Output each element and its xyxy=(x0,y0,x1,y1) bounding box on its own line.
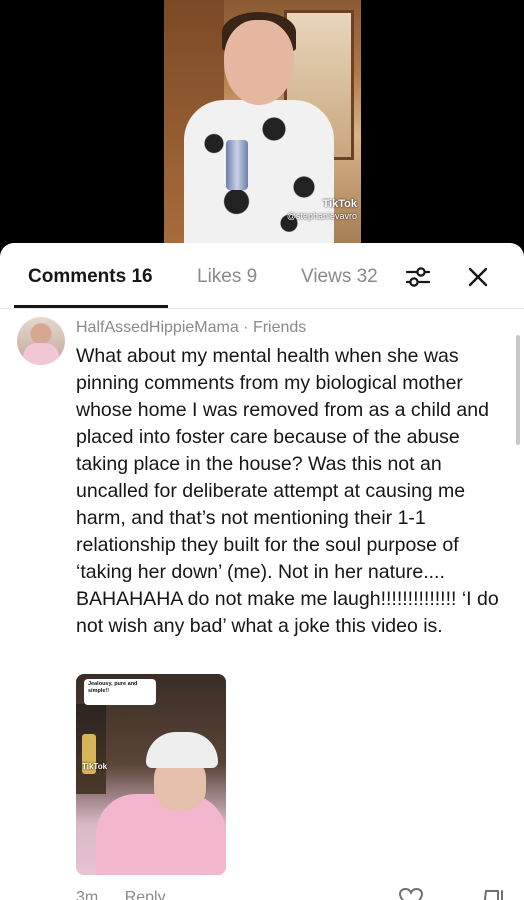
scrollbar[interactable] xyxy=(516,335,520,445)
video-watermark: TikTok @stephanievavro xyxy=(287,198,357,222)
avatar-shirt xyxy=(23,343,59,365)
video-drink-can xyxy=(226,140,248,190)
comment-video-thumbnail[interactable]: Jealousy, pure and simple!! TikTok xyxy=(76,674,226,875)
filter-button[interactable] xyxy=(402,261,434,293)
close-icon xyxy=(468,267,488,287)
thumbs-down-icon xyxy=(484,890,503,900)
watermark-brand: TikTok xyxy=(322,198,357,210)
thumb-person-hat xyxy=(146,732,218,768)
tab-comments[interactable]: Comments 16 xyxy=(28,266,153,288)
comment-time: 3m xyxy=(76,889,99,900)
dislike-button[interactable] xyxy=(482,887,506,900)
video-player[interactable]: TikTok @stephanievavro xyxy=(164,0,361,245)
thumb-caption-text: Jealousy, pure and simple!! xyxy=(88,681,138,694)
video-person-body xyxy=(184,100,334,245)
video-area[interactable]: TikTok @stephanievavro xyxy=(0,0,524,245)
comment-meta: 3m Reply xyxy=(76,889,166,900)
tab-views[interactable]: Views 32 xyxy=(301,266,378,288)
heart-icon xyxy=(398,887,424,900)
like-button[interactable] xyxy=(398,887,424,900)
close-button[interactable] xyxy=(462,261,494,293)
comment-author[interactable]: HalfAssedHippieMama · Friends xyxy=(76,319,306,337)
tab-bar: Comments 16 Likes 9 Views 32 xyxy=(0,243,524,309)
video-person-head xyxy=(224,20,294,105)
avatar[interactable] xyxy=(17,317,65,365)
reply-button[interactable]: Reply xyxy=(125,889,166,900)
comments-sheet: Comments 16 Likes 9 Views 32 HalfAssedHi… xyxy=(0,243,524,900)
watermark-handle: @stephanievavro xyxy=(286,211,357,221)
thumb-caption: Jealousy, pure and simple!! xyxy=(84,679,156,705)
thumb-watermark: TikTok xyxy=(82,762,108,771)
sliders-icon xyxy=(405,267,431,287)
active-tab-indicator xyxy=(14,305,168,308)
tab-likes[interactable]: Likes 9 xyxy=(197,266,257,288)
comment-text: What about my mental health when she was… xyxy=(76,345,499,637)
